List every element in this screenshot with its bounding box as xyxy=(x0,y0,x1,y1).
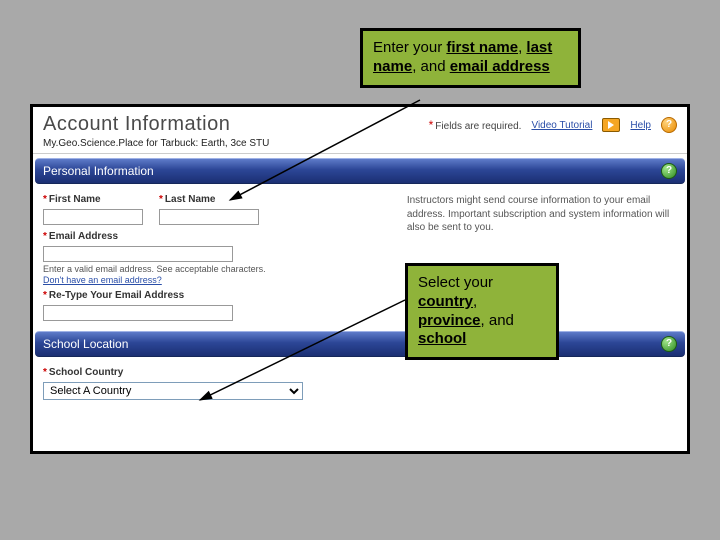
school-country-label: *School Country xyxy=(43,367,677,378)
section-bar-school: School Location ? xyxy=(35,331,685,357)
email-input[interactable] xyxy=(43,246,233,262)
first-name-label: *First Name xyxy=(43,194,143,205)
retype-email-input[interactable] xyxy=(43,305,233,321)
retype-email-label: *Re-Type Your Email Address xyxy=(43,290,387,301)
section-title-personal: Personal Information xyxy=(43,164,154,178)
section-help-icon[interactable]: ? xyxy=(661,163,677,179)
email-field: *Email Address Enter a valid email addre… xyxy=(43,231,387,286)
personal-form: *First Name *Last Name *Email Address En… xyxy=(33,188,687,327)
window-header: Account Information *Fields are required… xyxy=(33,107,687,138)
first-name-input[interactable] xyxy=(43,209,143,225)
required-note: *Fields are required. xyxy=(429,118,522,132)
email-label: *Email Address xyxy=(43,231,387,242)
no-email-link[interactable]: Don't have an email address? xyxy=(43,275,162,285)
last-name-input[interactable] xyxy=(159,209,259,225)
play-icon[interactable] xyxy=(602,118,620,132)
section-bar-personal: Personal Information ? xyxy=(35,158,685,184)
video-tutorial-link[interactable]: Video Tutorial xyxy=(531,120,592,131)
retype-email-field: *Re-Type Your Email Address xyxy=(43,290,387,321)
last-name-label: *Last Name xyxy=(159,194,259,205)
page-title: Account Information xyxy=(43,113,230,136)
first-name-field: *First Name xyxy=(43,194,143,225)
school-country-select[interactable]: Select A Country xyxy=(43,382,303,400)
last-name-field: *Last Name xyxy=(159,194,259,225)
help-icon[interactable]: ? xyxy=(661,117,677,133)
email-hint: Enter a valid email address. See accepta… xyxy=(43,264,266,274)
callout-names-email: Enter your first name, last name, and em… xyxy=(360,28,581,88)
section-title-school: School Location xyxy=(43,337,128,351)
product-line: My.Geo.Science.Place for Tarbuck: Earth,… xyxy=(33,138,687,154)
school-country-field: *School Country Select A Country xyxy=(43,367,677,400)
callout-location: Select your country, province, and schoo… xyxy=(405,263,559,360)
school-form: *School Country Select A Country xyxy=(33,361,687,406)
account-window: Account Information *Fields are required… xyxy=(30,104,690,454)
section-help-icon[interactable]: ? xyxy=(661,336,677,352)
help-link[interactable]: Help xyxy=(630,120,651,131)
